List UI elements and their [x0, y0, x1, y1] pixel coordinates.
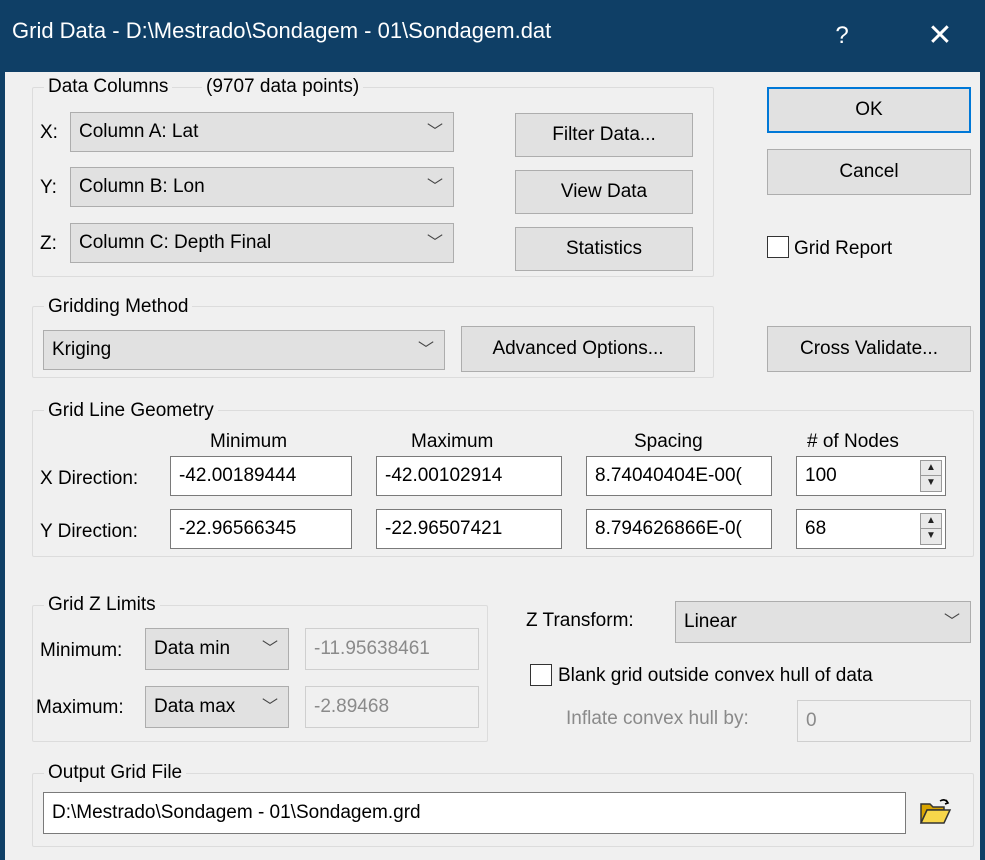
chevron-down-icon: ﹀ [426, 123, 443, 141]
z-minimum-field: -11.95638461 [305, 628, 479, 670]
y-minimum-value: -22.96566345 [179, 518, 297, 539]
y-nodes-value: 68 [805, 518, 827, 539]
x-spacing-value: 8.74040404E-00( [595, 465, 742, 486]
y-minimum-field[interactable]: -22.96566345 [170, 509, 352, 549]
folder-open-icon[interactable] [918, 795, 952, 829]
z-minimum-label: Minimum: [40, 640, 123, 661]
view-data-button[interactable]: View Data [515, 170, 693, 214]
output-grid-file-label: Output Grid File [44, 762, 187, 784]
data-points-count: (9707 data points) [202, 76, 364, 98]
z-transform-select[interactable]: Linear ﹀ [675, 601, 971, 643]
stepper-up-icon[interactable]: ▲ [921, 514, 941, 529]
chevron-down-icon: ﹀ [426, 178, 443, 196]
y-maximum-field[interactable]: -22.96507421 [376, 509, 562, 549]
statistics-button[interactable]: Statistics [515, 227, 693, 271]
ok-button[interactable]: OK [767, 87, 971, 133]
stepper-down-icon[interactable]: ▼ [921, 476, 941, 491]
advanced-options-button[interactable]: Advanced Options... [461, 326, 695, 372]
x-maximum-value: -42.00102914 [385, 465, 503, 486]
y-direction-label: Y Direction: [40, 521, 138, 542]
cancel-button[interactable]: Cancel [767, 149, 971, 195]
x-column-select[interactable]: Column A: Lat ﹀ [70, 112, 454, 152]
chevron-down-icon: ﹀ [943, 613, 960, 631]
x-nodes-value: 100 [805, 465, 837, 486]
maximum-header: Maximum [411, 431, 494, 452]
stepper-down-icon[interactable]: ▼ [921, 529, 941, 544]
z-maximum-field: -2.89468 [305, 686, 479, 728]
spacing-header: Spacing [634, 431, 703, 452]
z-transform-value: Linear [684, 611, 737, 632]
grid-report-checkbox[interactable] [767, 236, 789, 258]
cross-validate-label: Cross Validate... [800, 338, 938, 359]
z-minimum-mode-value: Data min [154, 638, 231, 659]
output-path-field[interactable]: D:\Mestrado\Sondagem - 01\Sondagem.grd [43, 792, 906, 834]
view-data-label: View Data [560, 181, 648, 202]
ok-label: OK [855, 99, 883, 120]
blank-grid-checkbox[interactable] [530, 664, 552, 686]
z-transform-label: Z Transform: [526, 610, 634, 631]
nodes-header: # of Nodes [807, 431, 899, 452]
output-path-value: D:\Mestrado\Sondagem - 01\Sondagem.grd [52, 802, 421, 823]
minimum-header: Minimum [210, 431, 288, 452]
blank-grid-label: Blank grid outside convex hull of data [558, 665, 873, 686]
gridding-method-select[interactable]: Kriging ﹀ [43, 330, 445, 370]
x-spacing-field[interactable]: 8.74040404E-00( [586, 456, 772, 496]
title-bar: Grid Data - D:\Mestrado\Sondagem - 01\So… [0, 0, 985, 72]
filter-data-label: Filter Data... [552, 124, 656, 145]
chevron-down-icon: ﹀ [261, 640, 278, 658]
x-column-value: Column A: Lat [79, 121, 199, 142]
gridding-method-value: Kriging [52, 339, 112, 360]
chevron-down-icon: ﹀ [261, 698, 278, 716]
advanced-options-label: Advanced Options... [492, 338, 664, 359]
z-minimum-mode-select[interactable]: Data min ﹀ [145, 628, 289, 670]
grid-report-label: Grid Report [794, 238, 893, 259]
help-button[interactable]: ? [812, 14, 872, 58]
grid-z-limits-label: Grid Z Limits [44, 594, 160, 616]
cross-validate-button[interactable]: Cross Validate... [767, 326, 971, 372]
filter-data-button[interactable]: Filter Data... [515, 113, 693, 157]
y-maximum-value: -22.96507421 [385, 518, 503, 539]
z-maximum-value: -2.89468 [314, 696, 390, 717]
z-maximum-mode-value: Data max [154, 696, 236, 717]
z-maximum-mode-select[interactable]: Data max ﹀ [145, 686, 289, 728]
data-columns-label: Data Columns [44, 76, 173, 98]
inflate-hull-label: Inflate convex hull by: [566, 708, 749, 729]
x-maximum-field[interactable]: -42.00102914 [376, 456, 562, 496]
close-button[interactable]: ✕ [900, 14, 980, 58]
window-border-right [980, 72, 985, 860]
inflate-hull-field: 0 [797, 700, 971, 742]
y-spacing-field[interactable]: 8.794626866E-0( [586, 509, 772, 549]
y-nodes-stepper[interactable]: ▲ ▼ [920, 513, 942, 545]
z-maximum-label: Maximum: [36, 697, 124, 718]
y-spacing-value: 8.794626866E-0( [595, 518, 742, 539]
x-minimum-value: -42.00189444 [179, 465, 297, 486]
grid-line-geometry-label: Grid Line Geometry [44, 400, 218, 422]
stepper-up-icon[interactable]: ▲ [921, 461, 941, 476]
y-column-select[interactable]: Column B: Lon ﹀ [70, 167, 454, 207]
x-nodes-stepper[interactable]: ▲ ▼ [920, 460, 942, 492]
chevron-down-icon: ﹀ [417, 341, 434, 359]
z-column-label: Z: [40, 233, 57, 254]
z-column-select[interactable]: Column C: Depth Final ﹀ [70, 223, 454, 263]
z-minimum-value: -11.95638461 [314, 638, 430, 659]
x-column-label: X: [40, 122, 58, 143]
y-column-value: Column B: Lon [79, 176, 205, 197]
window-title: Grid Data - D:\Mestrado\Sondagem - 01\So… [12, 18, 552, 43]
gridding-method-label: Gridding Method [44, 296, 193, 318]
chevron-down-icon: ﹀ [426, 234, 443, 252]
x-direction-label: X Direction: [40, 468, 139, 489]
x-minimum-field[interactable]: -42.00189444 [170, 456, 352, 496]
inflate-hull-value: 0 [806, 710, 817, 731]
grid-data-dialog: Grid Data - D:\Mestrado\Sondagem - 01\So… [0, 0, 985, 860]
statistics-label: Statistics [565, 238, 643, 259]
window-border-left [0, 72, 5, 860]
cancel-label: Cancel [839, 161, 899, 182]
z-column-value: Column C: Depth Final [79, 232, 272, 253]
y-column-label: Y: [40, 177, 57, 198]
